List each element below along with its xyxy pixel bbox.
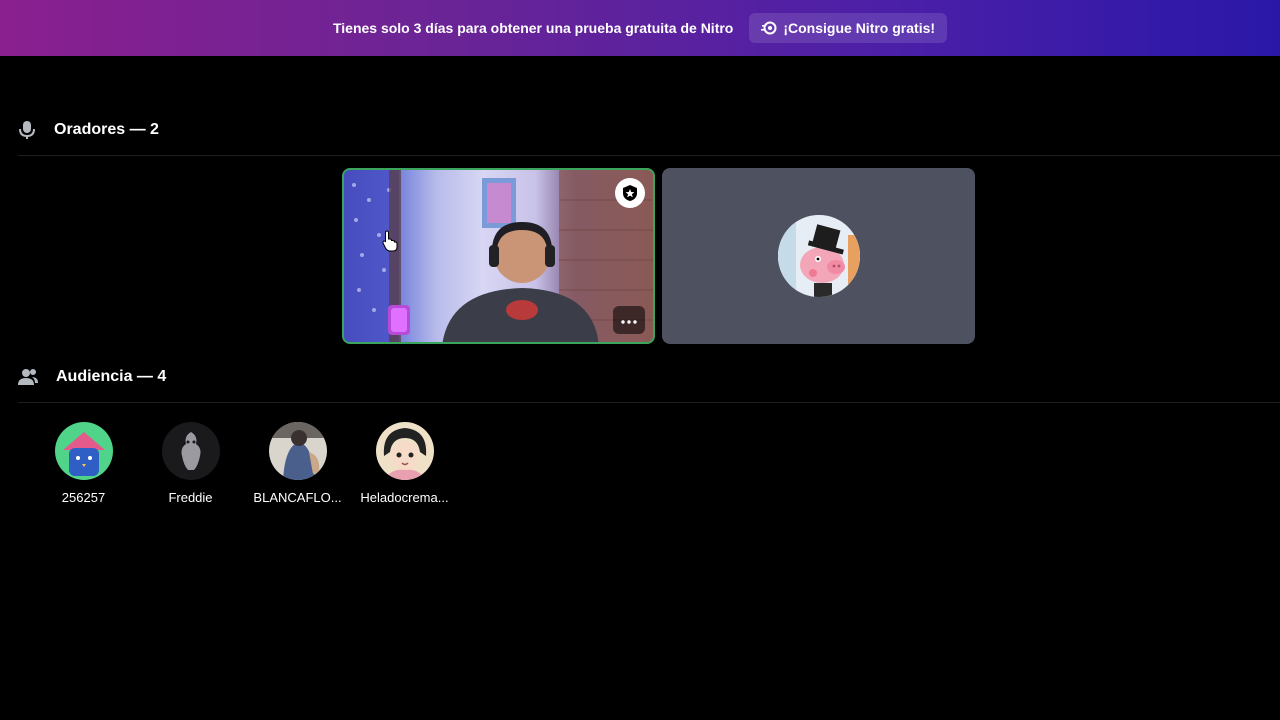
video-feed <box>344 170 653 342</box>
member-name: BLANCAFLO... <box>253 490 342 505</box>
avatar <box>268 422 327 480</box>
speaker-avatar-tile[interactable] <box>662 168 975 344</box>
people-icon <box>18 368 38 386</box>
avatar <box>375 422 434 480</box>
microphone-icon <box>18 120 36 140</box>
audience-member[interactable]: Heladocrema... <box>351 422 458 505</box>
ellipsis-icon <box>621 311 637 329</box>
avatar <box>54 422 113 480</box>
get-nitro-label: ¡Consigue Nitro gratis! <box>783 20 936 36</box>
speakers-header-label: Oradores — 2 <box>54 121 159 138</box>
member-name: 256257 <box>61 490 106 505</box>
audience-list: 256257 Freddie BLANCAFLO... Heladocrema.… <box>30 422 458 505</box>
audience-header: Audiencia — 4 <box>18 362 1280 392</box>
audience-member[interactable]: 256257 <box>30 422 137 505</box>
more-options-button[interactable] <box>613 306 645 334</box>
member-name: Heladocrema... <box>360 490 449 505</box>
audience-member[interactable]: Freddie <box>137 422 244 505</box>
audience-member[interactable]: BLANCAFLO... <box>244 422 351 505</box>
banner-text: Tienes solo 3 días para obtener una prue… <box>332 20 734 36</box>
speakers-header: Oradores — 2 <box>18 115 1280 145</box>
get-nitro-button[interactable]: ¡Consigue Nitro gratis! <box>749 13 948 43</box>
hand-cursor-icon <box>382 230 398 257</box>
avatar <box>161 422 220 480</box>
member-name: Freddie <box>168 490 213 505</box>
audience-header-label: Audiencia — 4 <box>56 368 167 385</box>
nitro-promo-banner: Tienes solo 3 días para obtener una prue… <box>0 0 1280 56</box>
speaker-avatar <box>777 215 860 297</box>
speakers-divider <box>18 155 1280 156</box>
audience-divider <box>18 402 1280 403</box>
moderator-badge-icon <box>615 178 645 208</box>
nitro-icon <box>761 20 777 36</box>
